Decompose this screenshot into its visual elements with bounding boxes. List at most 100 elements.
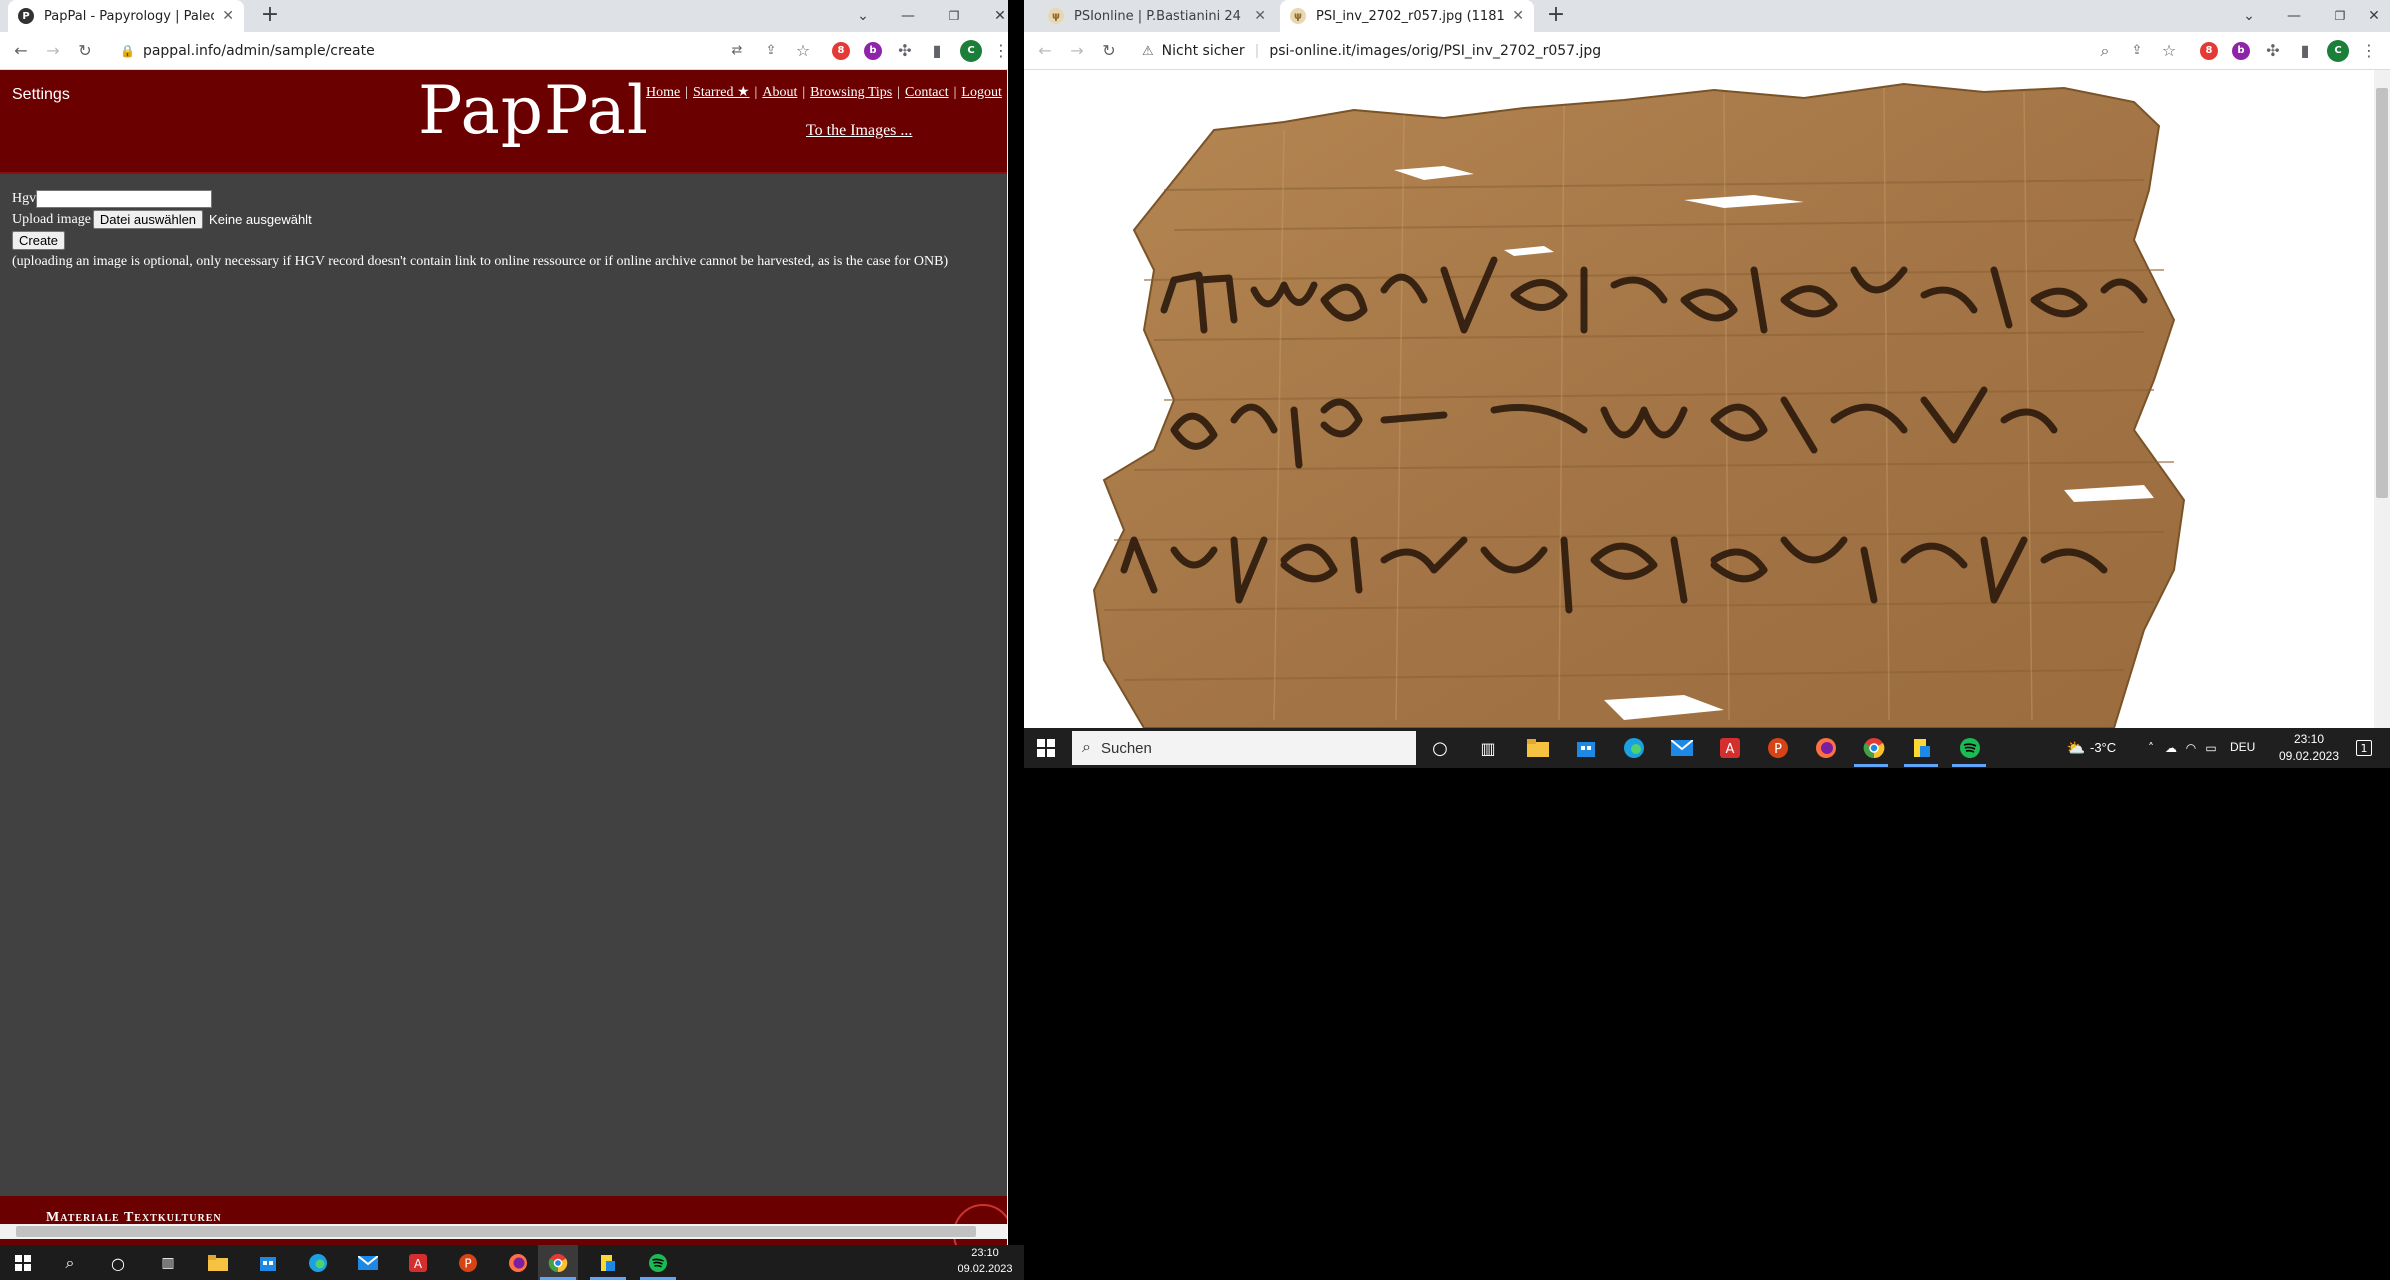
store-icon[interactable] [256,1251,280,1275]
share-icon[interactable]: ⇪ [2126,40,2148,62]
puzzle-icon[interactable]: ✣ [894,40,916,62]
weather-icon[interactable]: ⛅ [2064,736,2088,760]
clock-time: 23:10 [971,1247,999,1259]
file-explorer-icon[interactable] [206,1251,230,1275]
nav-logout[interactable]: Logout [961,85,1001,100]
scroll-thumb[interactable] [2376,88,2388,498]
files-app-icon[interactable] [596,1251,620,1275]
nav-starred[interactable]: Starred ★ [693,85,749,100]
taskbar-search[interactable]: ⌕ Suchen [1072,731,1416,765]
menu-icon[interactable]: ⋮ [990,40,1008,62]
task-view-icon[interactable]: ▥ [156,1251,180,1275]
pappal-favicon: P [18,8,34,24]
new-tab-button[interactable]: + [258,4,282,28]
windows-start-icon[interactable] [1034,736,1058,760]
firefox-icon[interactable] [506,1251,530,1275]
mail-icon[interactable] [1670,736,1694,760]
windows-start-icon[interactable] [12,1252,34,1274]
task-view-icon[interactable]: ▥ [1476,736,1500,760]
edge-icon[interactable] [1622,736,1646,760]
tab-psionline[interactable]: ψ PSIonline | P.Bastianini 24 ✕ [1038,0,1276,32]
create-button[interactable]: Create [12,231,66,250]
address-bar[interactable]: 🔒 pappal.info/admin/sample/create [120,37,700,65]
vertical-scrollbar[interactable] [2374,70,2390,728]
cortana-icon[interactable]: ○ [106,1251,130,1275]
close-icon[interactable]: ✕ [1254,8,1266,24]
translate-icon[interactable]: ⇄ [726,40,748,62]
nav-about[interactable]: About [762,85,797,100]
powerpoint-icon[interactable]: P [1766,736,1790,760]
firefox-icon[interactable] [1814,736,1838,760]
puzzle-icon[interactable]: ✣ [2262,40,2284,62]
taskbar-clock[interactable]: 23:10 09.02.2023 [950,1245,1020,1277]
file-explorer-icon[interactable] [1526,736,1550,760]
scroll-thumb[interactable] [16,1226,976,1237]
to-images-link[interactable]: To the Images ... [806,122,912,140]
chevron-down-icon[interactable]: ⌄ [843,0,883,32]
menu-icon[interactable]: ⋮ [2358,40,2380,62]
chevron-down-icon[interactable]: ⌄ [2229,0,2269,32]
taskbar-clock[interactable]: 23:10 09.02.2023 [2274,731,2344,765]
tab-image[interactable]: ψ PSI_inv_2702_r057.jpg (1181×864) ✕ [1280,0,1534,32]
store-icon[interactable] [1574,736,1598,760]
weather-temp[interactable]: -3°C [2090,740,2116,755]
chrome-icon[interactable] [546,1251,570,1275]
pappal-logo[interactable]: PapPal [418,72,649,149]
extension-icon[interactable]: b [2232,42,2250,60]
hgv-input[interactable] [36,189,213,208]
nav-home[interactable]: Home [646,85,680,100]
back-icon[interactable]: ← [1034,40,1056,62]
reload-icon[interactable]: ↻ [1098,40,1120,62]
search-icon[interactable]: ⌕ [58,1251,82,1275]
profile-avatar[interactable]: C [960,40,982,62]
close-icon[interactable]: ✕ [222,8,234,24]
cortana-icon[interactable]: ○ [1428,736,1452,760]
extension-icon[interactable]: 8 [2200,42,2218,60]
restore-button[interactable]: ❐ [934,0,974,32]
acrobat-icon[interactable]: A [406,1251,430,1275]
files-app-icon[interactable] [1910,736,1934,760]
chrome-icon[interactable] [1862,736,1886,760]
psi-favicon: ψ [1290,8,1306,24]
profile-avatar[interactable]: C [2327,40,2349,62]
acrobat-icon[interactable]: A [1718,736,1742,760]
papyrus-image[interactable] [1024,70,2374,728]
edge-icon[interactable] [306,1251,330,1275]
network-warning-icon[interactable]: ☁ [2162,736,2180,760]
reload-icon[interactable]: ↻ [74,40,96,62]
extension-icon[interactable]: b [864,42,882,60]
zoom-icon[interactable]: ⌕ [2094,40,2116,62]
chevron-up-icon[interactable]: ˄ [2142,736,2160,760]
forward-icon[interactable]: → [1066,40,1088,62]
star-icon[interactable]: ☆ [792,40,814,62]
powerpoint-icon[interactable]: P [456,1251,480,1275]
sidepanel-icon[interactable]: ▮ [926,40,948,62]
extension-icon[interactable]: 8 [832,42,850,60]
vertical-scrollbar[interactable] [1007,70,1008,1225]
close-window-button[interactable]: ✕ [980,0,1008,32]
address-bar[interactable]: ⚠ Nicht sicher | psi-online.it/images/or… [1142,37,2042,65]
notifications-icon[interactable]: 1 [2356,740,2372,756]
settings-link[interactable]: Settings [12,86,70,104]
spotify-icon[interactable] [1958,736,1982,760]
back-icon[interactable]: ← [10,40,32,62]
nav-contact[interactable]: Contact [905,85,949,100]
choose-file-button[interactable]: Datei auswählen [92,210,204,229]
wifi-icon[interactable]: ◠ [2182,736,2200,760]
close-window-button[interactable]: ✕ [2354,0,2390,32]
sidepanel-icon[interactable]: ▮ [2294,40,2316,62]
minimize-button[interactable]: — [888,0,928,32]
star-icon[interactable]: ☆ [2158,40,2180,62]
new-tab-button[interactable]: + [1544,4,1568,28]
close-icon[interactable]: ✕ [1512,8,1524,24]
language-indicator[interactable]: DEU [2230,740,2255,754]
spotify-icon[interactable] [646,1251,670,1275]
tab-pappal[interactable]: P PapPal - Papyrology | Paleography ✕ [8,0,244,32]
forward-icon[interactable]: → [42,40,64,62]
battery-icon[interactable]: ▭ [2202,736,2220,760]
horizontal-scrollbar[interactable] [0,1224,1007,1239]
minimize-button[interactable]: — [2274,0,2314,32]
share-icon[interactable]: ⇪ [760,40,782,62]
nav-browsing-tips[interactable]: Browsing Tips [810,85,892,100]
mail-icon[interactable] [356,1251,380,1275]
